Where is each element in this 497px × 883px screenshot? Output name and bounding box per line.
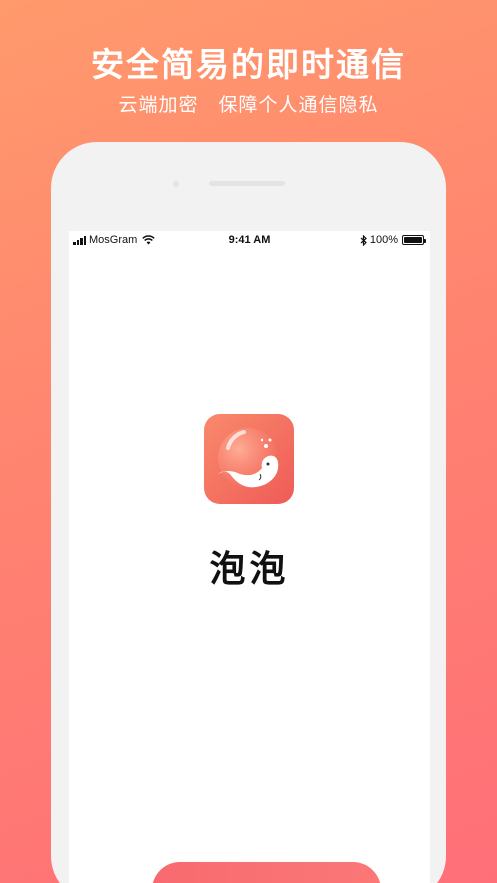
phone-frame: MosGram 9:41 AM 100% 泡泡 <box>51 142 446 883</box>
camera-dot <box>173 181 179 187</box>
start-using-button[interactable]: 立即使用 <box>152 862 381 883</box>
promo-headline: 安全简易的即时通信 <box>91 45 406 84</box>
bluetooth-icon <box>360 234 367 246</box>
phone-screen: MosGram 9:41 AM 100% 泡泡 <box>69 231 430 883</box>
speaker-grill <box>209 181 285 186</box>
app-name: 泡泡 <box>209 549 290 590</box>
battery-icon <box>402 235 426 245</box>
battery-percent: 100% <box>369 234 398 246</box>
promo-subline-right: 保障个人通信隐私 <box>218 94 379 116</box>
promo-subline-left: 云端加密 <box>118 94 199 116</box>
promo-subline: 云端加密 保障个人通信隐私 <box>0 90 497 117</box>
status-bar: MosGram 9:41 AM 100% <box>69 231 430 251</box>
status-bar-right: 100% <box>360 234 426 246</box>
whale-bubble-app-icon <box>204 414 294 504</box>
